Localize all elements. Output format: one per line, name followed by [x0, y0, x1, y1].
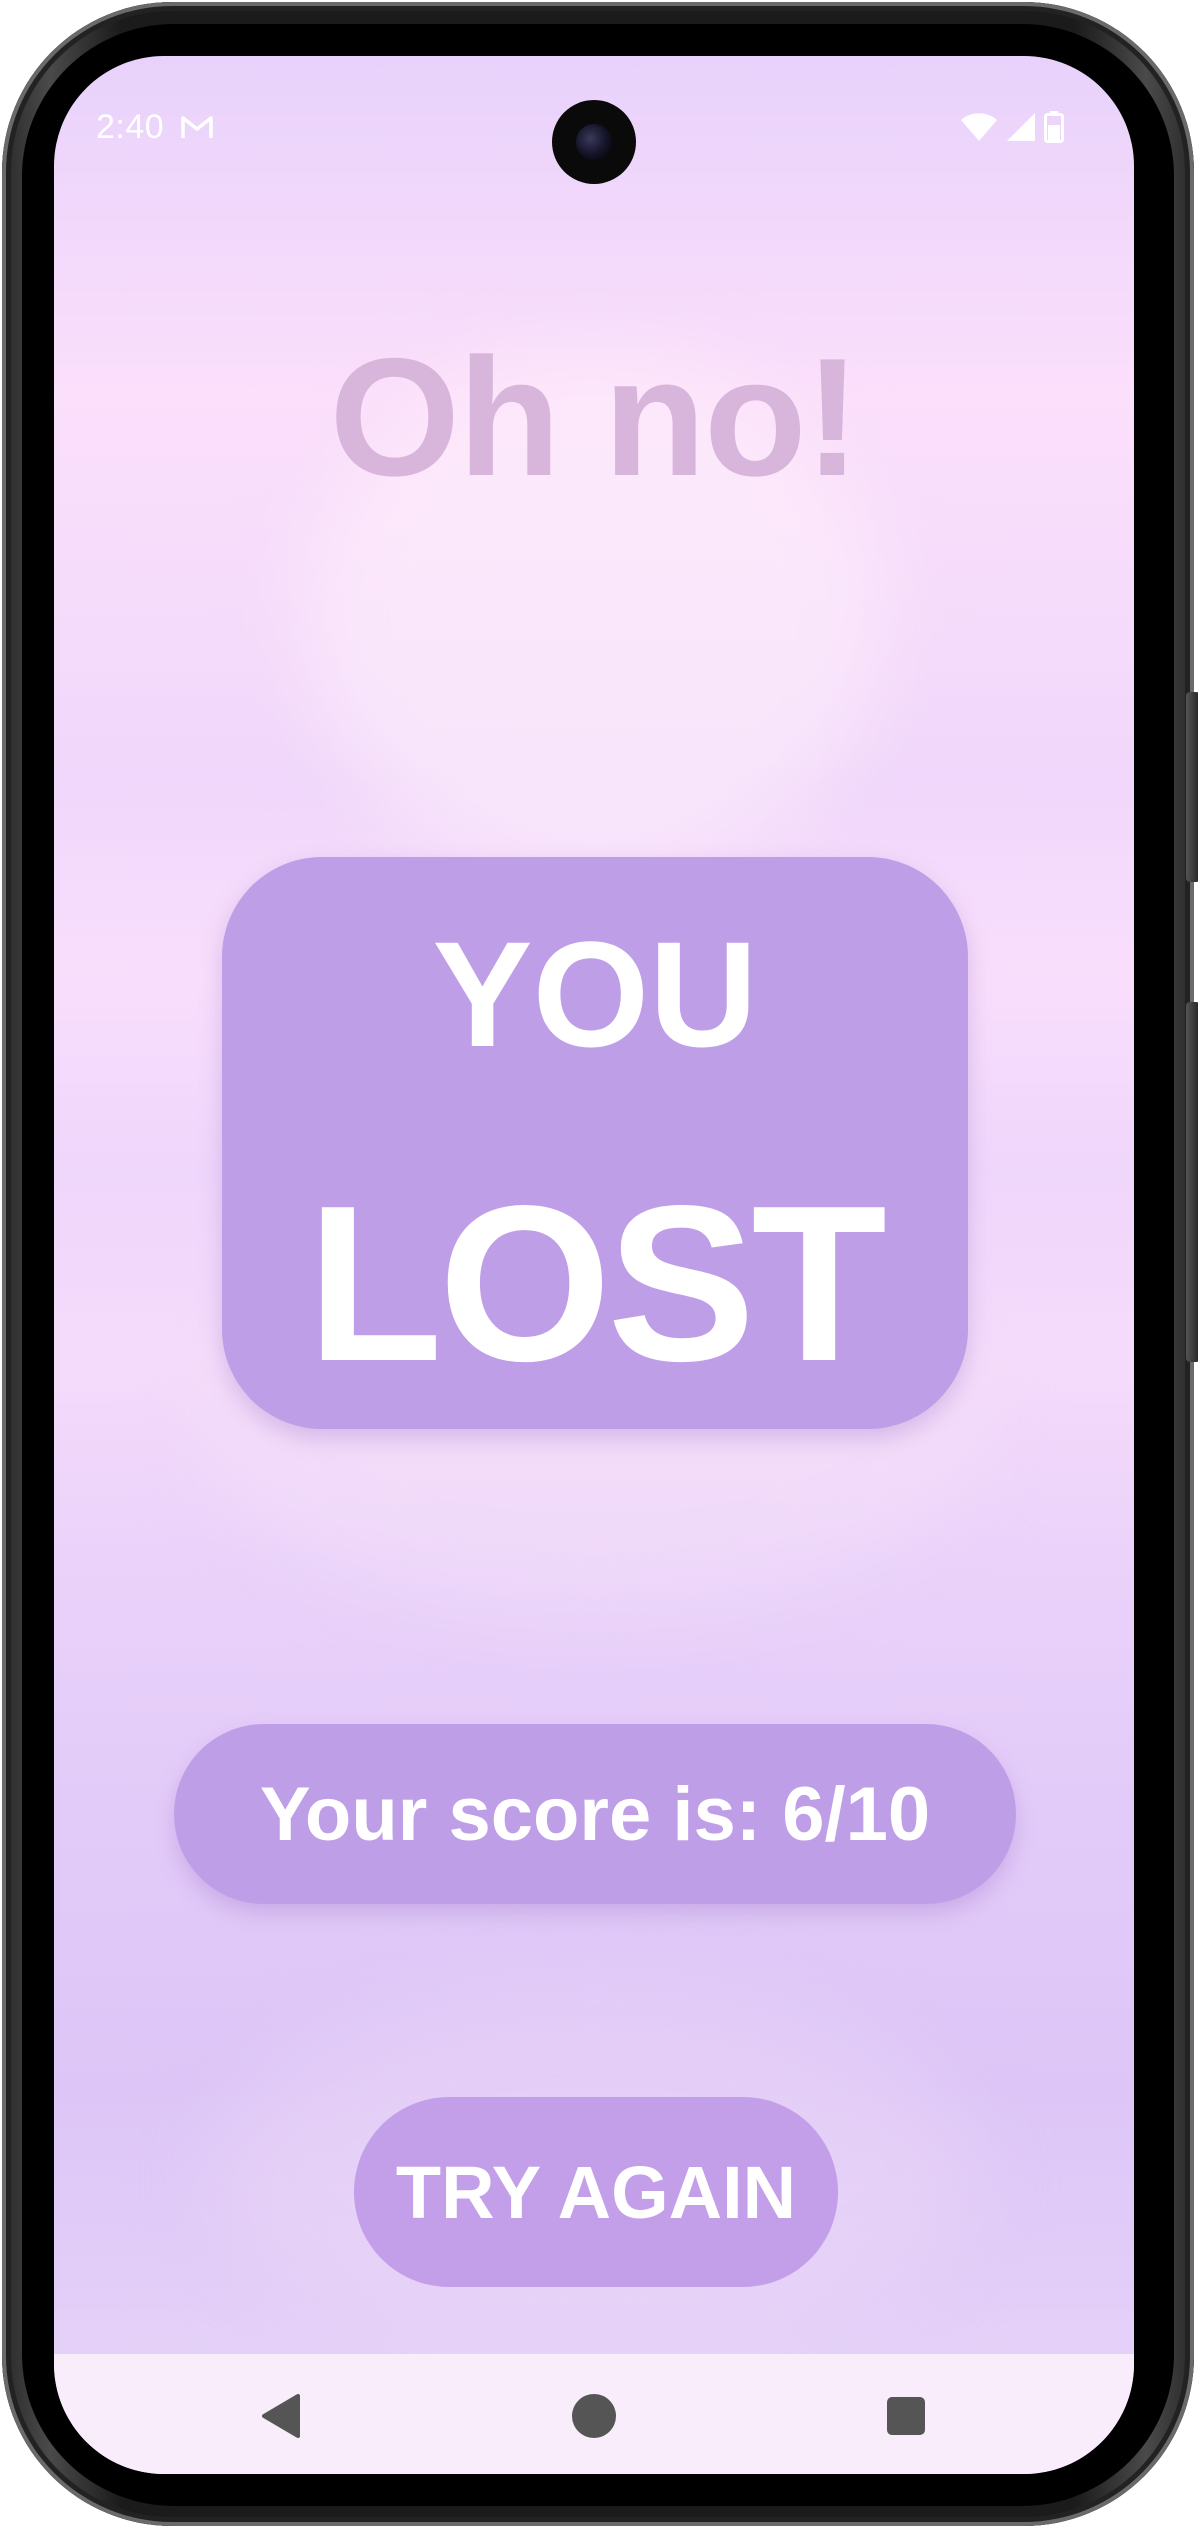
score-badge: Your score is: 6/10: [174, 1724, 1016, 1904]
status-bar: 2:40: [54, 56, 1134, 196]
volume-button: [1186, 692, 1198, 882]
battery-icon: [1044, 110, 1064, 148]
status-icons: [960, 110, 1064, 147]
score-text: Your score is: 6/10: [259, 1771, 931, 1857]
wifi-icon: [960, 112, 998, 147]
try-again-button[interactable]: TRY AGAIN: [354, 2097, 838, 2287]
signal-icon: [1006, 112, 1036, 147]
home-icon[interactable]: [570, 2392, 618, 2440]
power-button: [1186, 1002, 1198, 1362]
page-title: Oh no!: [329, 323, 860, 511]
navigation-bar: [54, 2354, 1134, 2474]
result-line-1: YOU: [432, 910, 758, 1078]
result-line-2: LOST: [307, 1160, 887, 1408]
back-icon[interactable]: [258, 2392, 306, 2440]
front-camera: [552, 100, 636, 184]
recents-icon[interactable]: [882, 2392, 930, 2440]
app-screen: 2:40 Oh no! YOU LOST Your score is: 6/10…: [54, 56, 1134, 2474]
gmail-icon: [180, 114, 214, 140]
try-again-label: TRY AGAIN: [395, 2150, 797, 2234]
result-card: YOU LOST: [222, 857, 968, 1429]
status-time: 2:40: [96, 108, 165, 146]
